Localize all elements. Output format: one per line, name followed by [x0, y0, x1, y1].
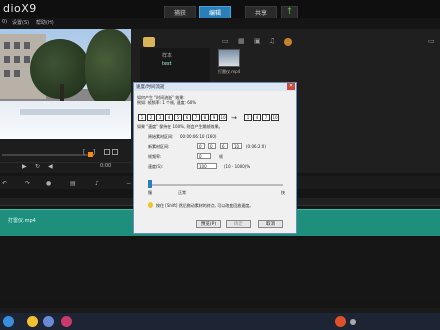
- start-icon[interactable]: [3, 316, 14, 327]
- close-icon[interactable]: ✕: [287, 83, 295, 90]
- media-thumbnail[interactable]: [218, 49, 240, 67]
- film-frame: 4: [253, 114, 261, 121]
- video-clip-label: 打雷仪.mp4: [8, 218, 36, 224]
- media-thumbnail-label: 打雷仪.mp4: [218, 69, 241, 74]
- preview-tree: [85, 29, 131, 107]
- new-duration-label: 新素材区间:: [148, 144, 170, 149]
- speed-label: 速度(S):: [148, 164, 164, 169]
- film-frame: 4: [165, 114, 173, 121]
- image-filter-icon[interactable]: ▣: [254, 37, 261, 45]
- film-frame: 7: [262, 114, 270, 121]
- folder-icon[interactable]: ▭: [222, 37, 229, 45]
- redo-icon[interactable]: ↷: [25, 180, 30, 187]
- new-duration-unit: (0:06:2:0): [246, 144, 266, 149]
- mix-icon[interactable]: ▤: [70, 180, 76, 187]
- browse-icon[interactable]: ▭: [428, 37, 435, 45]
- new-duration-frames[interactable]: 10: [232, 143, 242, 149]
- mark-out-button[interactable]: ]: [93, 149, 95, 156]
- slider-label-fast: 快: [281, 190, 285, 195]
- film-frame: 10: [219, 114, 227, 121]
- preview-window: [0, 29, 131, 139]
- film-frame: 5: [174, 114, 182, 121]
- video-editor-icon[interactable]: [61, 316, 72, 327]
- film-frame: 3: [156, 114, 164, 121]
- film-frame: 1: [138, 114, 146, 121]
- arrow-right-icon: →: [231, 114, 237, 122]
- dialog-note: 如果 "速度" 保持在 100%, 则会产生跳帧效果。: [137, 124, 223, 129]
- filmstrip-diagram: 1 2 3 4 5 6 7 8 9 10 → 1 4 7 10: [138, 114, 290, 132]
- undo-icon[interactable]: ↶: [2, 180, 7, 187]
- video-filter-icon[interactable]: ▦: [238, 37, 245, 45]
- new-duration-seconds[interactable]: 6: [220, 143, 228, 149]
- preview-shadow: [20, 109, 110, 115]
- speed-input[interactable]: 100: [197, 163, 217, 169]
- play-icon[interactable]: ▶: [22, 163, 27, 170]
- film-frame: 2: [147, 114, 155, 121]
- dialog-tip: 按住 [Shift] 然后拖动素材的终点, 可以改变回放速度。: [156, 203, 254, 208]
- cancel-button[interactable]: 取消: [258, 220, 283, 228]
- record-icon[interactable]: ●: [46, 180, 51, 187]
- film-frame: 9: [210, 114, 218, 121]
- menu-bar: [0, 18, 440, 29]
- original-duration-value: 00:00:06:10 (160): [180, 134, 217, 139]
- new-duration-minutes[interactable]: 0: [208, 143, 216, 149]
- frame-rate-input[interactable]: 0: [197, 153, 211, 159]
- overlay-track: [0, 240, 440, 300]
- playback-controls: [0, 163, 131, 173]
- slider-label-normal: 正常: [178, 190, 186, 195]
- volume-icon[interactable]: ◀: [48, 163, 53, 170]
- speed-slider-handle[interactable]: [148, 180, 152, 188]
- film-frame: 1: [244, 114, 252, 121]
- ok-button[interactable]: 确定: [226, 220, 251, 228]
- dialog-line-2: 例如: 帧频率: 1 个帧, 速度: 60%: [137, 100, 197, 105]
- preview-button[interactable]: 预览(P): [196, 220, 221, 228]
- browser-icon[interactable]: [27, 316, 38, 327]
- dialog-title: 速度/时间流逝: [134, 83, 296, 91]
- new-duration-hours[interactable]: 0: [197, 143, 205, 149]
- film-frame: 6: [183, 114, 191, 121]
- app-icon[interactable]: [43, 316, 54, 327]
- fullscreen-icon[interactable]: [112, 149, 118, 155]
- menu-item-help[interactable]: 帮助(H): [36, 19, 54, 26]
- zoom-out-icon[interactable]: −: [126, 180, 131, 187]
- speed-range: (10 - 1000)%: [224, 164, 251, 169]
- menu-item-file[interactable]: 0): [2, 19, 7, 25]
- loop-icon[interactable]: ↻: [35, 163, 40, 170]
- scrub-track[interactable]: [2, 154, 94, 156]
- menu-item-settings[interactable]: 设置(S): [12, 19, 29, 26]
- app-title: dioX9: [3, 2, 37, 15]
- film-frame: 10: [271, 114, 279, 121]
- mark-in-button[interactable]: [: [83, 149, 85, 156]
- slider-label-slow: 慢: [148, 190, 152, 195]
- timecode: 0:00: [100, 163, 112, 169]
- preview-snow: [0, 101, 131, 139]
- ime-icon[interactable]: [335, 316, 346, 327]
- auto-music-icon[interactable]: ♪: [95, 180, 99, 187]
- film-frame: 7: [192, 114, 200, 121]
- lightbulb-icon: [148, 202, 153, 208]
- library-node-samples[interactable]: 样本: [162, 52, 172, 59]
- audio-filter-icon[interactable]: ♫: [269, 37, 275, 45]
- frame-rate-unit: 帧: [219, 154, 223, 159]
- tray-icon[interactable]: [350, 319, 356, 325]
- speed-dialog: 速度/时间流逝 ✕ 如何产生 "时间流逝" 效果: 例如: 帧频率: 1 个帧,…: [133, 82, 297, 234]
- film-frame: 8: [201, 114, 209, 121]
- frame-rate-label: 帧频率:: [148, 154, 162, 159]
- copy-icon[interactable]: [104, 149, 110, 155]
- media-library-icon[interactable]: [143, 37, 155, 47]
- speed-slider-track[interactable]: [148, 184, 283, 186]
- music-icon[interactable]: [284, 38, 292, 46]
- library-node-test[interactable]: test: [162, 61, 172, 67]
- original-duration-label: 原始素材区间:: [148, 134, 174, 139]
